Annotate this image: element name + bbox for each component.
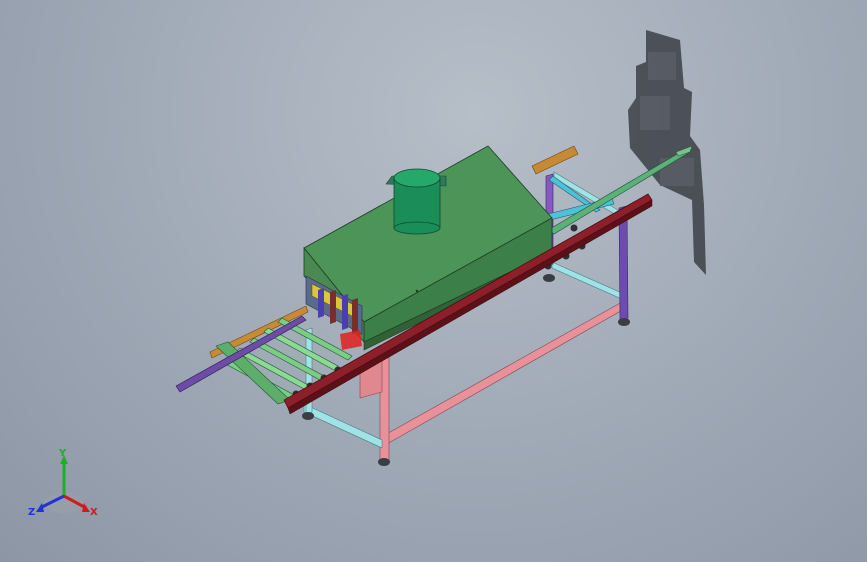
- graphics-viewport[interactable]: Y X Z: [0, 0, 867, 562]
- purple-guide: [175, 315, 307, 393]
- hood-screw: [415, 289, 419, 293]
- foot-3: [618, 318, 630, 326]
- y-axis-label: Y: [58, 448, 67, 459]
- foot-2: [302, 412, 314, 420]
- foot-4: [543, 274, 555, 282]
- model-shadow: [628, 30, 706, 275]
- coordinate-triad: Y X Z: [24, 448, 104, 522]
- x-axis-label: X: [90, 507, 98, 518]
- model-view[interactable]: [0, 0, 867, 562]
- cyan-stretcher-back: [551, 261, 625, 301]
- z-axis-label: Z: [28, 507, 35, 518]
- orange-rail-back: [531, 145, 579, 175]
- foot-1: [378, 458, 390, 466]
- cyan-stretcher-front: [303, 403, 383, 449]
- exhaust-chimney[interactable]: [385, 168, 447, 235]
